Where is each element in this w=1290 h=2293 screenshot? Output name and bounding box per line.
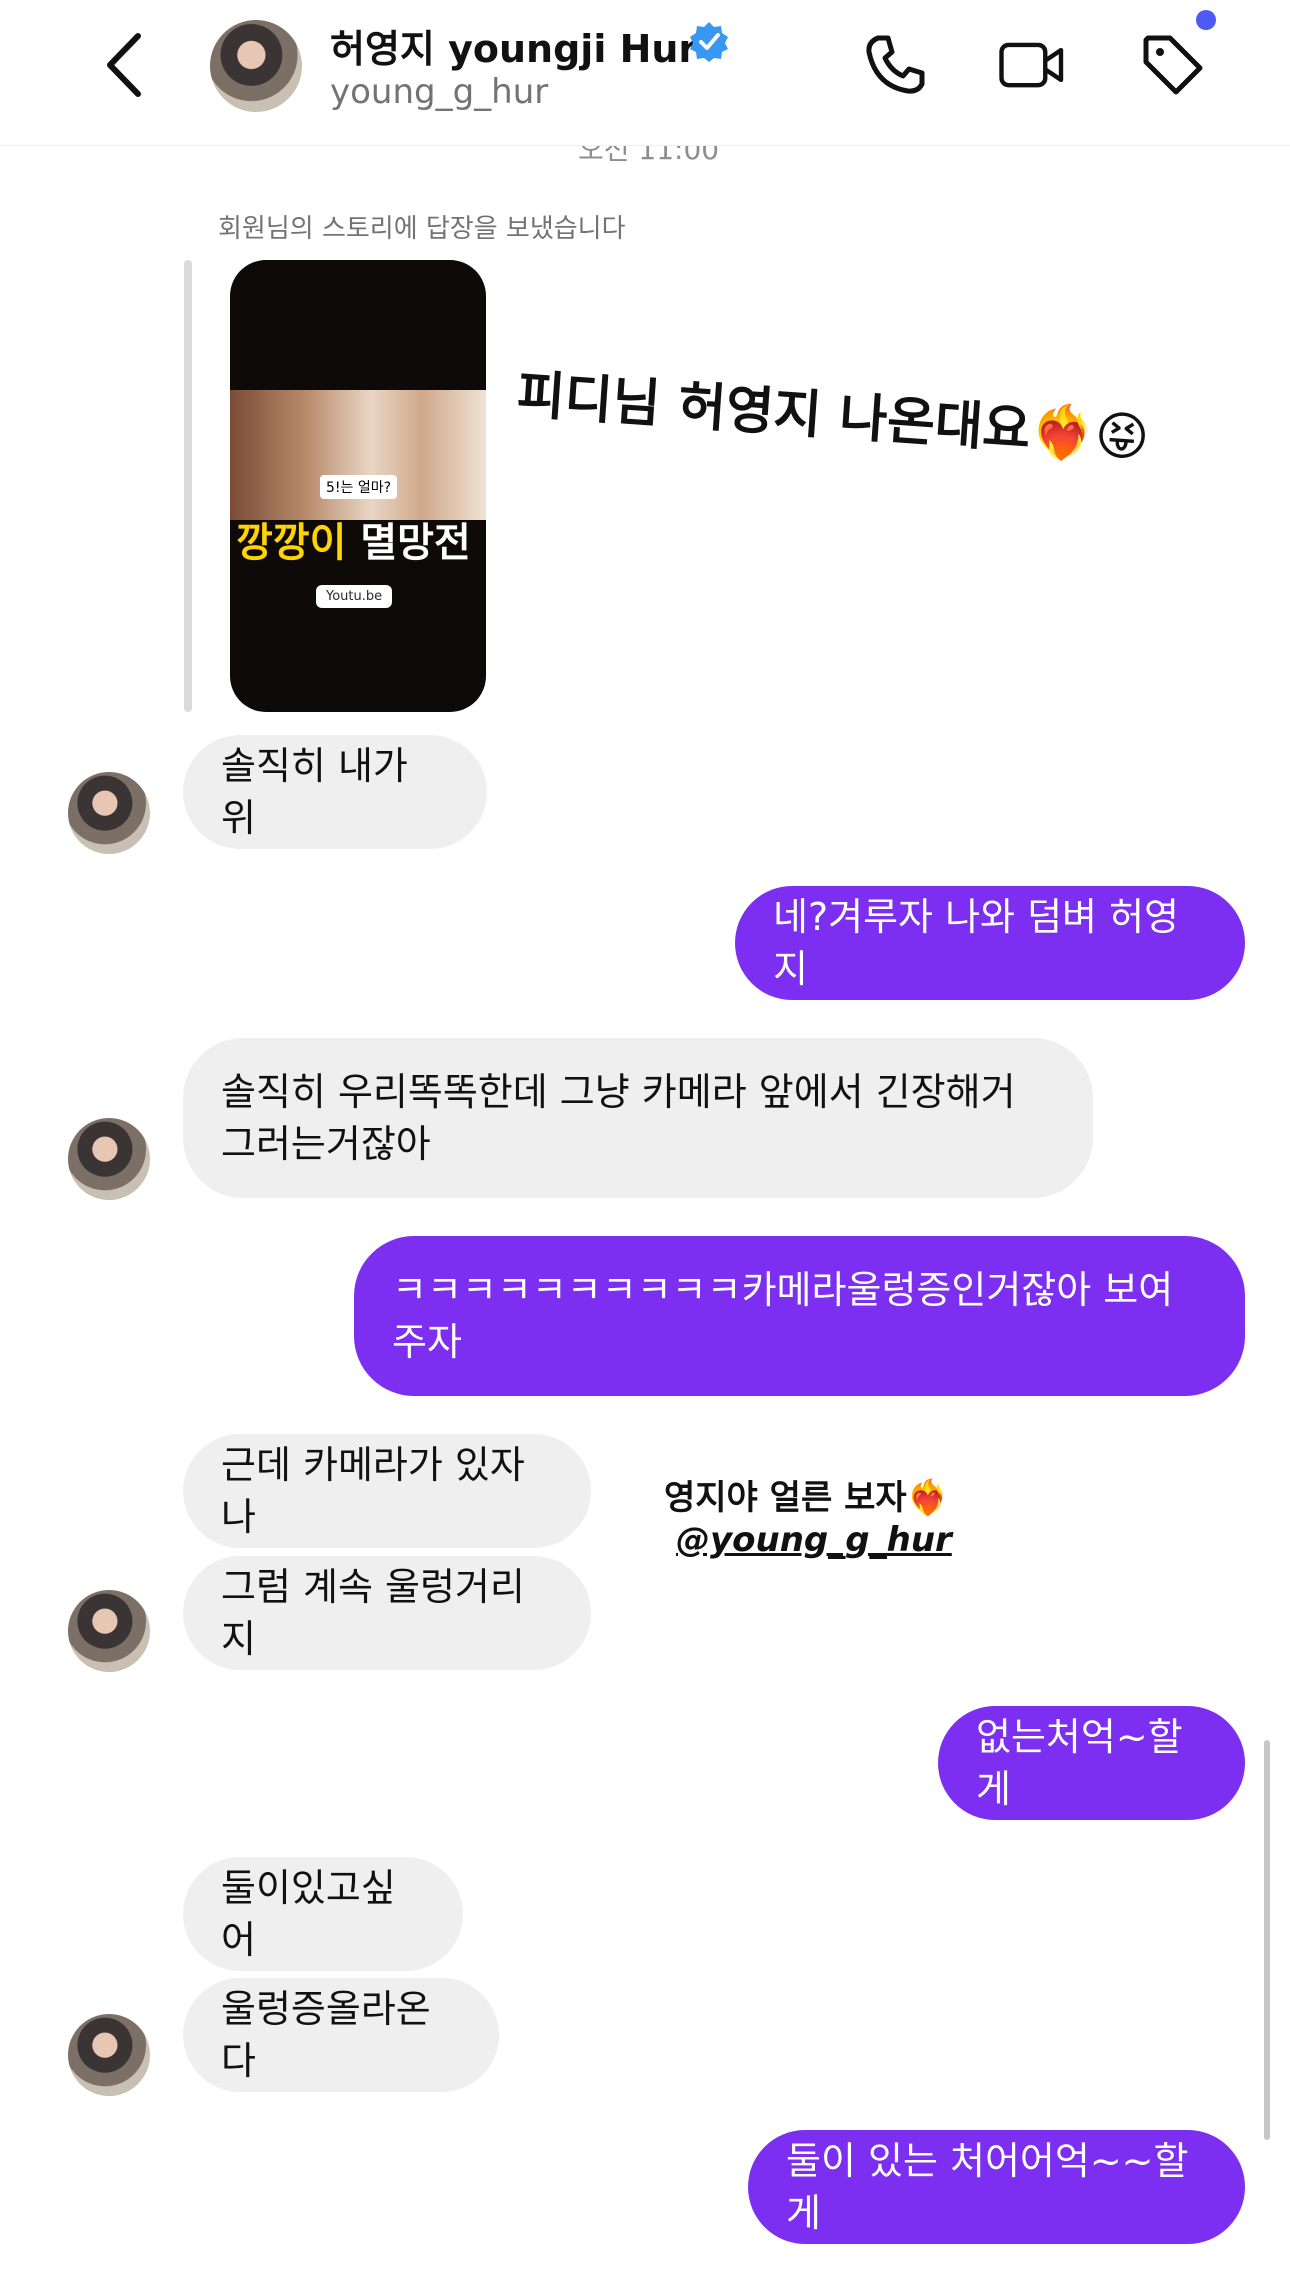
message-incoming[interactable]: 울렁증올라온다 — [183, 1978, 499, 2092]
tag-icon[interactable] — [1138, 30, 1208, 100]
back-icon[interactable] — [96, 30, 156, 100]
story-subtitle: 5!는 얼마? — [320, 475, 398, 499]
avatar[interactable] — [68, 1118, 150, 1200]
story-preview[interactable]: 5!는 얼마? 깡깡이 멸망전 Youtu.be — [230, 260, 486, 712]
avatar[interactable] — [68, 772, 150, 854]
story-photo — [230, 390, 486, 520]
contact-username: young_g_hur — [330, 72, 549, 112]
phone-icon[interactable] — [860, 30, 930, 100]
contact-name[interactable]: 허영지 youngji Hur — [330, 18, 697, 73]
scrollbar[interactable] — [1264, 1740, 1270, 2140]
story-caption: 피디님 허영지 나온대요❤️‍🔥😝 — [514, 364, 1152, 470]
story-title-white: 멸망전 — [360, 520, 471, 566]
message-incoming[interactable]: 그럼 계속 울렁거리지 — [183, 1556, 591, 1670]
sticker-mention[interactable]: @young_g_hur — [676, 1520, 952, 1560]
message-incoming[interactable]: 솔직히 우리똑똑한데 그냥 카메라 앞에서 긴장해거 그러는거잖아 — [183, 1038, 1093, 1198]
message-incoming[interactable]: 솔직히 내가 위 — [183, 735, 487, 849]
avatar[interactable] — [68, 2014, 150, 2096]
message-outgoing[interactable]: 둘이 있는 처어어억~~할게 — [748, 2130, 1245, 2244]
quote-bar — [184, 260, 192, 712]
video-icon[interactable] — [998, 30, 1068, 100]
notification-dot — [1196, 10, 1216, 30]
message-incoming[interactable]: 근데 카메라가 있자나 — [183, 1434, 591, 1548]
avatar[interactable] — [68, 1590, 150, 1672]
story-title: 깡깡이 멸망전 — [236, 510, 471, 568]
message-incoming[interactable]: 둘이있고싶어 — [183, 1857, 463, 1971]
story-link-badge[interactable]: Youtu.be — [316, 585, 393, 608]
story-title-yellow: 깡깡이 — [236, 520, 347, 566]
chat-header: 허영지 youngji Hur young_g_hur — [0, 0, 1290, 146]
header-avatar[interactable] — [210, 20, 302, 112]
message-outgoing[interactable]: 없는처억~할게 — [938, 1706, 1245, 1820]
sticker-text: 영지야 얼른 보자❤️‍🔥 — [664, 1478, 949, 1518]
story-reply-label: 회원님의 스토리에 답장을 보냈습니다 — [218, 214, 626, 244]
message-outgoing[interactable]: 네?겨루자 나와 덤벼 허영지 — [735, 886, 1245, 1000]
message-outgoing[interactable]: ㅋㅋㅋㅋㅋㅋㅋㅋㅋㅋ카메라울렁증인거잖아 보여주자 — [354, 1236, 1245, 1396]
verified-badge-icon — [690, 22, 728, 62]
